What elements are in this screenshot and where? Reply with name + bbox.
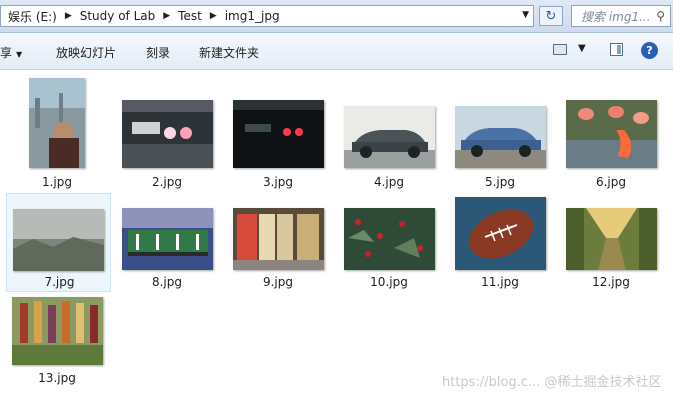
change-view-icon[interactable] [553,44,567,55]
breadcrumb-current-folder[interactable]: img1_jpg [222,9,283,23]
thumbnail-image [455,197,546,270]
file-name: 5.jpg [484,175,516,189]
thumbnail-image [13,209,104,271]
thumbnail-image [233,100,324,168]
thumbnail-image [566,208,657,270]
thumbnail-image [12,297,103,365]
file-name: 10.jpg [370,275,408,289]
file-item[interactable]: 4.jpg [339,73,439,189]
file-name: 4.jpg [373,175,405,189]
file-item[interactable]: 8.jpg [117,193,217,289]
file-item[interactable]: 10.jpg [339,193,439,289]
address-bar[interactable]: 娱乐 (E:) ▶ Study of Lab ▶ Test ▶ img1_jpg… [0,5,534,27]
file-item[interactable]: 5.jpg [450,73,550,189]
breadcrumb-separator-icon[interactable]: ▶ [205,11,222,21]
thumbnail-image [455,106,546,168]
refresh-button[interactable]: ↻ [539,6,563,26]
file-name: 1.jpg [41,175,73,189]
share-menu-button[interactable]: 享 ▼ [0,44,22,61]
burn-button[interactable]: 刻录 [146,44,170,61]
watermark-text: https://blog.c... @稀土掘金技术社区 [442,375,662,390]
file-item-selected[interactable]: 7.jpg [6,193,111,292]
preview-pane-icon[interactable] [610,43,623,56]
thumbnail-image [122,100,213,168]
thumbnail-image [566,100,657,168]
address-bar-area: 娱乐 (E:) ▶ Study of Lab ▶ Test ▶ img1_jpg… [0,0,673,33]
breadcrumb-study-of-lab[interactable]: Study of Lab [77,9,159,23]
breadcrumb-separator-icon[interactable]: ▶ [60,11,77,21]
thumbnail-image [29,78,85,168]
file-name: 13.jpg [38,371,76,385]
file-name: 2.jpg [151,175,183,189]
view-options-dropdown-icon[interactable]: ▼ [578,43,586,54]
file-item[interactable]: 11.jpg [450,193,550,289]
thumbnail-image [122,208,213,270]
file-name: 12.jpg [592,275,630,289]
file-item[interactable]: 12.jpg [561,193,661,289]
breadcrumb-separator-icon[interactable]: ▶ [158,11,175,21]
command-bar: 享 ▼ 放映幻灯片 刻录 新建文件夹 ▼ ? [0,33,673,70]
share-label: 享 [0,46,13,60]
file-name: 3.jpg [262,175,294,189]
file-item[interactable]: 3.jpg [228,73,328,189]
file-name: 11.jpg [481,275,519,289]
file-item[interactable]: 13.jpg [7,292,107,385]
breadcrumb-drive[interactable]: 娱乐 (E:) [5,8,60,25]
new-folder-button[interactable]: 新建文件夹 [199,44,259,61]
search-input[interactable]: 搜索 img1... ⚲ [571,5,671,27]
chevron-down-icon: ▼ [16,50,23,59]
thumbnail-image [344,208,435,270]
help-icon[interactable]: ? [641,42,658,59]
search-icon[interactable]: ⚲ [656,9,665,23]
breadcrumb-test[interactable]: Test [175,9,205,23]
file-item[interactable]: 1.jpg [7,73,107,189]
file-name: 9.jpg [262,275,294,289]
file-item[interactable]: 6.jpg [561,73,661,189]
slideshow-button[interactable]: 放映幻灯片 [56,44,116,61]
file-name: 8.jpg [151,275,183,289]
search-placeholder: 搜索 img1... [581,9,651,24]
file-name: 6.jpg [595,175,627,189]
thumbnail-image [233,208,324,270]
thumbnail-image [344,106,435,168]
file-item[interactable]: 2.jpg [117,73,217,189]
address-history-dropdown-icon[interactable]: ▼ [522,10,529,20]
file-name: 7.jpg [44,275,75,289]
file-item[interactable]: 9.jpg [228,193,328,289]
